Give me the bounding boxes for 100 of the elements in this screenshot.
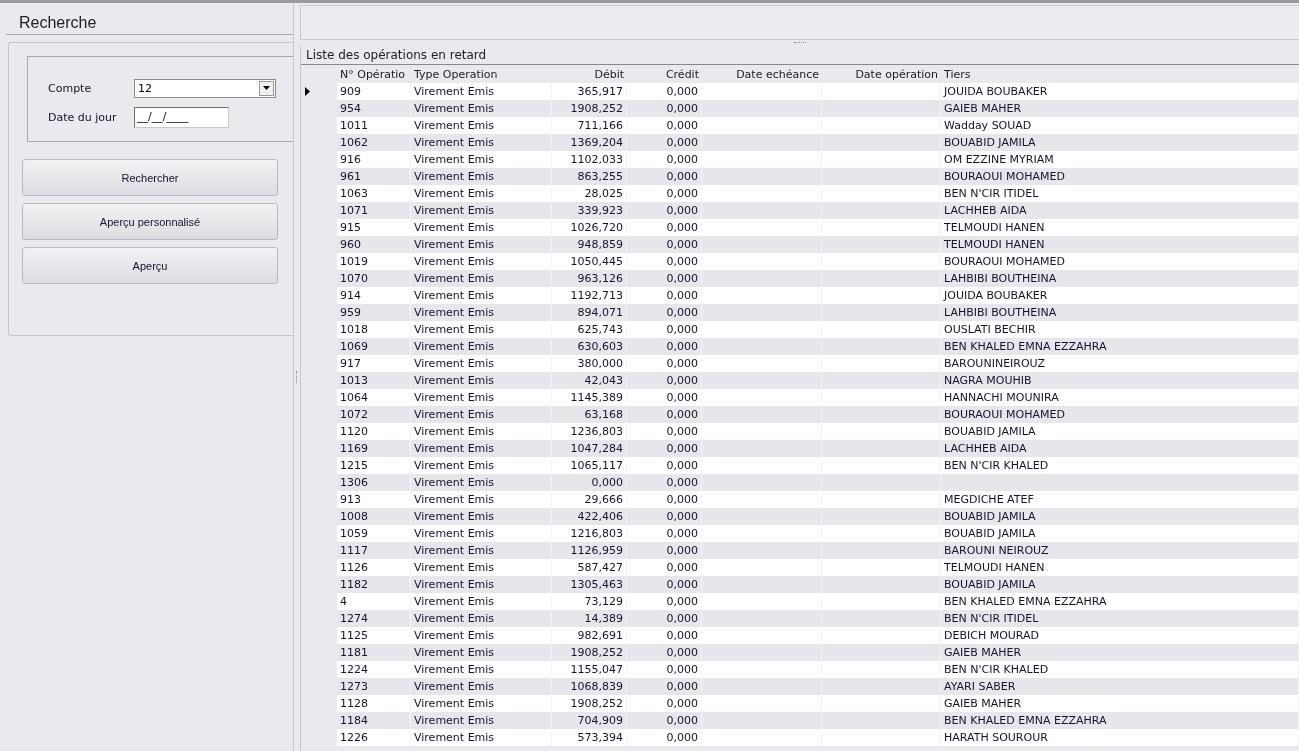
dropdown-caret-icon [263,86,270,90]
field-label: Compte [48,81,93,95]
table-cell: GAIEB MAHER [941,100,1299,117]
table-cell: 365,917 [552,83,627,100]
table-cell: 73,129 [552,593,627,610]
table-cell: Virement Emis [411,406,552,423]
table-cell: Virement Emis [411,491,552,508]
table-cell: BEN N'CIR KHALED [941,661,1299,678]
table-cell: 916 [337,151,411,168]
table-cell: 1128 [337,695,411,712]
table-cell: Virement Emis [411,287,552,304]
table-cell: 1126 [337,559,411,576]
table-cell: Virement Emis [411,270,552,287]
table-cell: JOUIDA BOUBAKER [941,83,1299,100]
action-button[interactable]: Rechercher [22,159,278,196]
table-cell: Virement Emis [411,644,552,661]
table-cell: BOUABID JAMILA [941,525,1299,542]
table-cell: Virement Emis [411,423,552,440]
table-cell: 1125 [337,627,411,644]
table-cell: 960 [337,236,411,253]
table-cell: 0,000 [627,253,702,270]
table-cell: 0,000 [627,389,702,406]
table-cell: Virement Emis [411,610,552,627]
table-cell: 0,000 [627,219,702,236]
table-cell: BOUABID JAMILA [941,423,1299,440]
table-cell: 1065,117 [552,457,627,474]
table-cell: TELMOUDI HANEN [941,219,1299,236]
table-cell: 625,743 [552,321,627,338]
table-cell: 1236,803 [552,423,627,440]
table-cell: 1120 [337,423,411,440]
column-header[interactable]: Crédit [627,67,702,81]
table-cell: 0,000 [627,83,702,100]
table-cell: Virement Emis [411,593,552,610]
table-cell: Virement Emis [411,100,552,117]
table-cell: 1224 [337,661,411,678]
table-cell: 1063 [337,185,411,202]
table-cell: 959 [337,304,411,321]
table-cell: Virement Emis [411,661,552,678]
table-cell: Virement Emis [411,151,552,168]
table-cell: 1145,389 [552,389,627,406]
panel-title: Recherche [6,3,293,35]
table-cell: Virement Emis [411,695,552,712]
table-cell: 1192,713 [552,287,627,304]
table-cell: Virement Emis [411,576,552,593]
table-cell: Virement Emis [411,678,552,695]
table-cell: Virement Emis [411,202,552,219]
column-header[interactable]: N° Opératio [337,67,411,81]
table-cell: Wadday SOUAD [941,117,1299,134]
column-header[interactable]: Tiers [941,67,1299,81]
table-cell: 0,000 [627,185,702,202]
table-cell: Virement Emis [411,219,552,236]
table-cell: Virement Emis [411,712,552,729]
table-cell: 1064 [337,389,411,406]
table-cell: 29,666 [552,491,627,508]
splitter-grip-icon[interactable] [793,41,806,44]
table-cell: 954 [337,100,411,117]
table-cell: 0,000 [627,729,702,746]
table-cell: BEN KHALED EMNA EZZAHRA [941,593,1299,610]
table-cell: Virement Emis [411,627,552,644]
table-cell: MEGDICHE ATEF [941,491,1299,508]
action-button[interactable]: Aperçu personnalisé [22,203,278,240]
table-cell: Virement Emis [411,729,552,746]
splitter-grip-icon[interactable] [295,371,299,383]
table-cell: Virement Emis [411,83,552,100]
table-cell: BAROUNINEIROUZ [941,355,1299,372]
table-cell: 1215 [337,457,411,474]
table-cell: HANNACHI MOUNIRA [941,389,1299,406]
table-cell: Virement Emis [411,355,552,372]
table-cell: Virement Emis [411,389,552,406]
table-cell: 1216,803 [552,525,627,542]
table-cell: 909 [337,83,411,100]
column-header[interactable]: Date echéance [702,67,822,81]
column-header[interactable]: Date opération [822,67,941,81]
table-cell: 0,000 [627,151,702,168]
table-cell: OUSLATI BECHIR [941,321,1299,338]
table-cell: Virement Emis [411,559,552,576]
table-cell: AYARI SABER [941,678,1299,695]
table-cell: Virement Emis [411,321,552,338]
table-cell: JOUIDA BOUBAKER [941,287,1299,304]
action-button[interactable]: Aperçu [22,247,278,284]
date-input-field[interactable]: __/__/____ [134,106,229,128]
table-cell: OM EZZINE MYRIAM [941,151,1299,168]
table-cell: 380,000 [552,355,627,372]
account-dropdown[interactable]: 12 [134,78,276,98]
table-cell: Virement Emis [411,542,552,559]
table-cell: Virement Emis [411,525,552,542]
column-header[interactable]: Débit [552,67,627,81]
table-cell: DEBICH MOURAD [941,627,1299,644]
table-cell: GAIEB MAHER [941,695,1299,712]
column-header[interactable]: Type Operation [411,67,552,81]
table-cell: 0,000 [627,355,702,372]
table-cell: TELMOUDI HANEN [941,236,1299,253]
grid-title: Liste des opérations en retard [301,45,1299,65]
table-cell: 1908,252 [552,695,627,712]
table-cell: 1050,445 [552,253,627,270]
table-cell: 0,000 [627,117,702,134]
table-cell: 1018 [337,321,411,338]
table-cell: 917 [337,355,411,372]
table-cell: Virement Emis [411,508,552,525]
table-cell: Virement Emis [411,168,552,185]
